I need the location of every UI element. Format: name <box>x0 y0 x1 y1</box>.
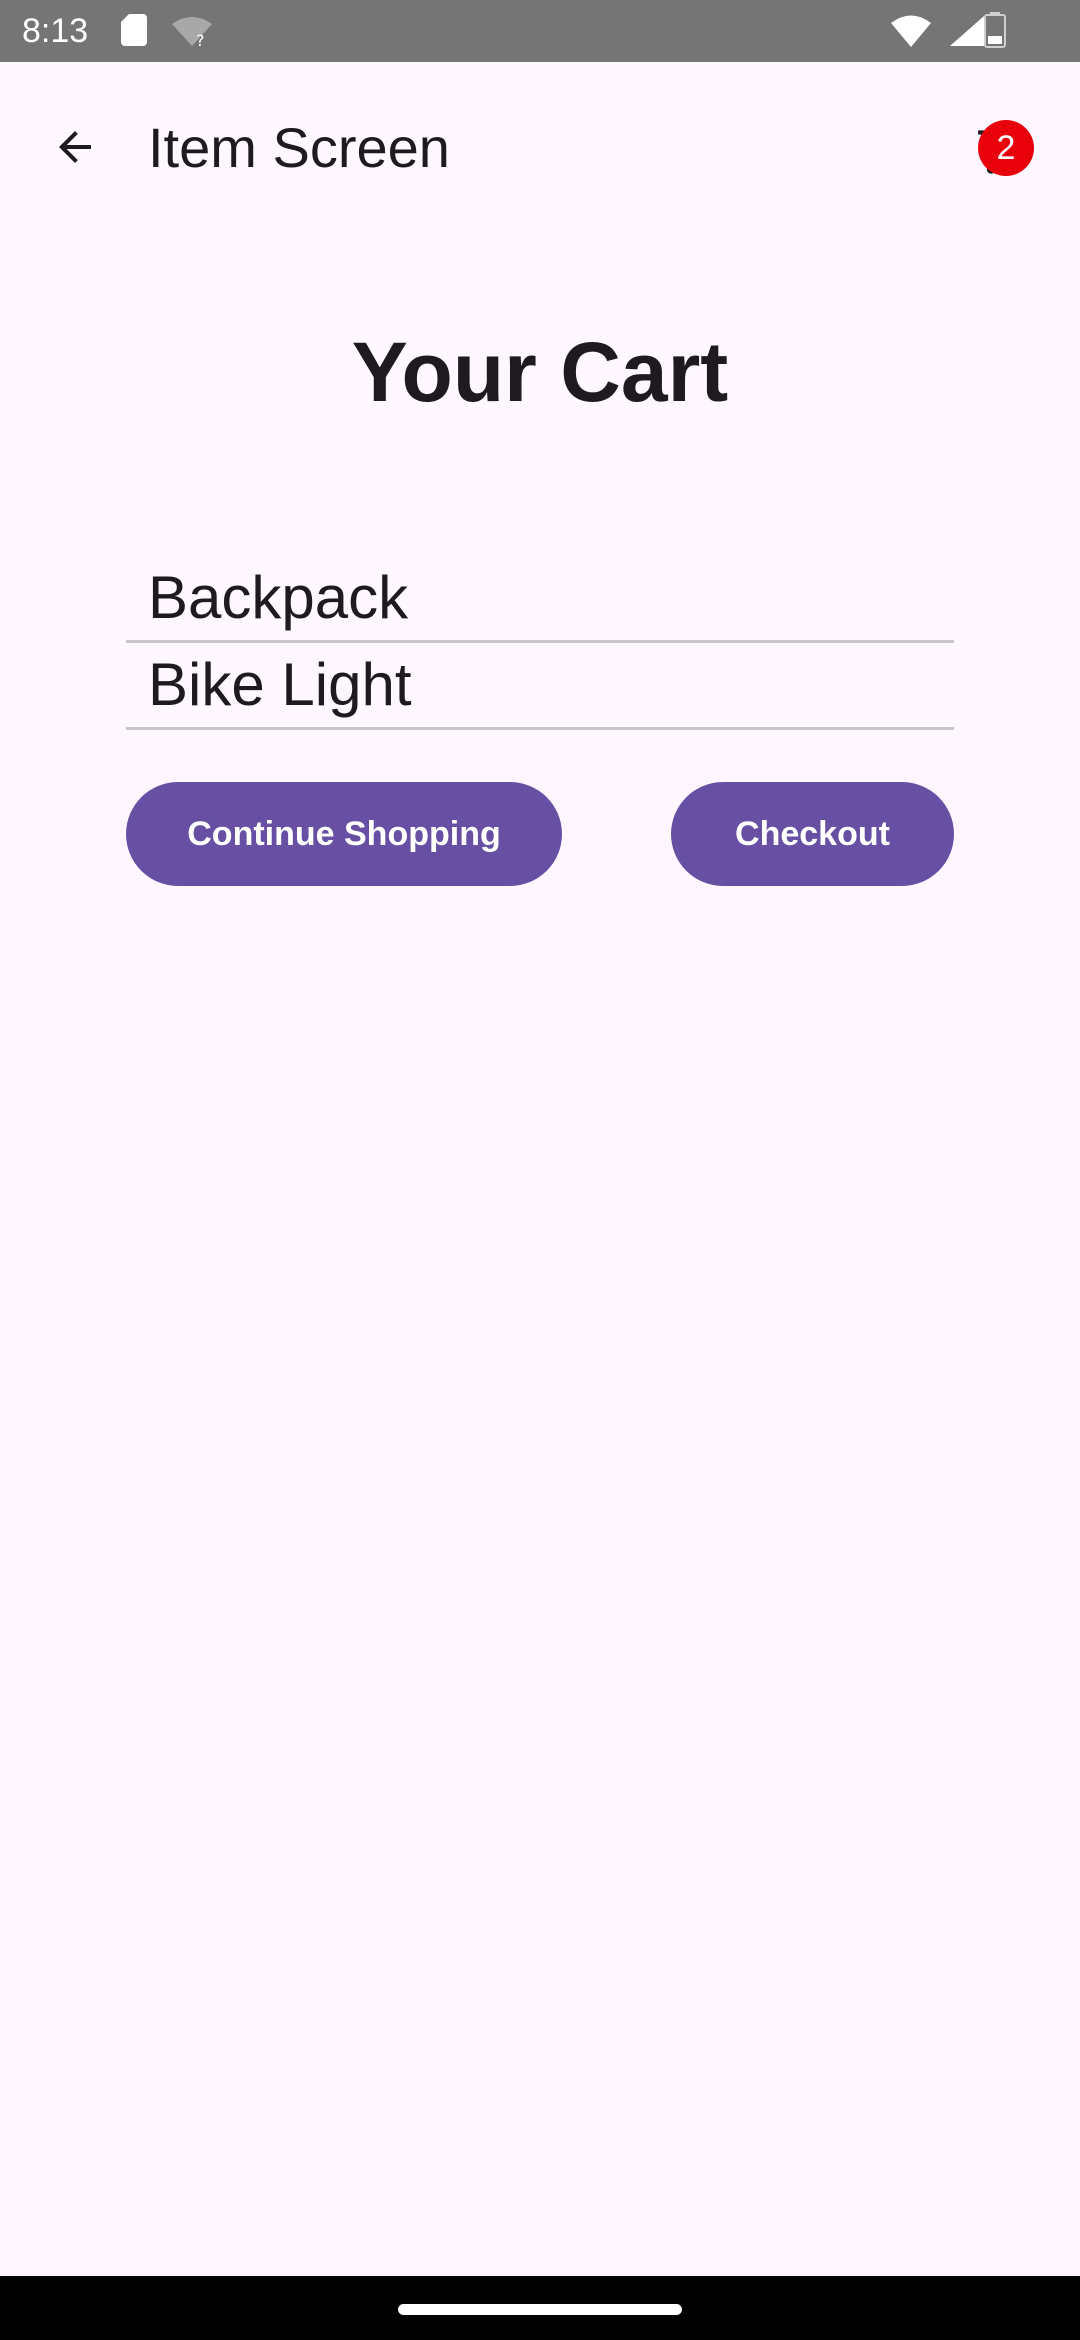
cart-button[interactable]: 2 <box>968 116 1038 186</box>
wifi-icon <box>891 15 931 47</box>
svg-text:?: ? <box>196 31 205 48</box>
status-time: 8:13 <box>22 12 89 50</box>
cart-item-label: Backpack <box>148 564 409 631</box>
checkout-button[interactable]: Checkout <box>671 782 954 886</box>
sd-card-icon <box>121 14 147 46</box>
continue-shopping-button[interactable]: Continue Shopping <box>126 782 562 886</box>
home-indicator[interactable] <box>398 2304 682 2315</box>
wifi-question-icon: ? <box>172 17 212 48</box>
signal-icon <box>950 16 984 46</box>
navigation-bar <box>0 2276 1080 2340</box>
cart-heading: Your Cart <box>351 325 729 419</box>
back-button[interactable] <box>34 106 116 188</box>
cart-item-label: Bike Light <box>148 651 412 718</box>
cart-badge: 2 <box>978 120 1034 176</box>
arrow-back-icon <box>59 131 91 163</box>
cart-item-list: Backpack Bike Light <box>126 556 954 730</box>
cart-item[interactable]: Backpack <box>126 556 954 643</box>
page-title: Item Screen <box>148 116 450 179</box>
battery-icon <box>984 12 1006 48</box>
top-app-bar: Item Screen 2 <box>0 62 1080 232</box>
status-bar: 8:13 ? <box>0 0 1080 62</box>
cart-item[interactable]: Bike Light <box>126 643 954 730</box>
